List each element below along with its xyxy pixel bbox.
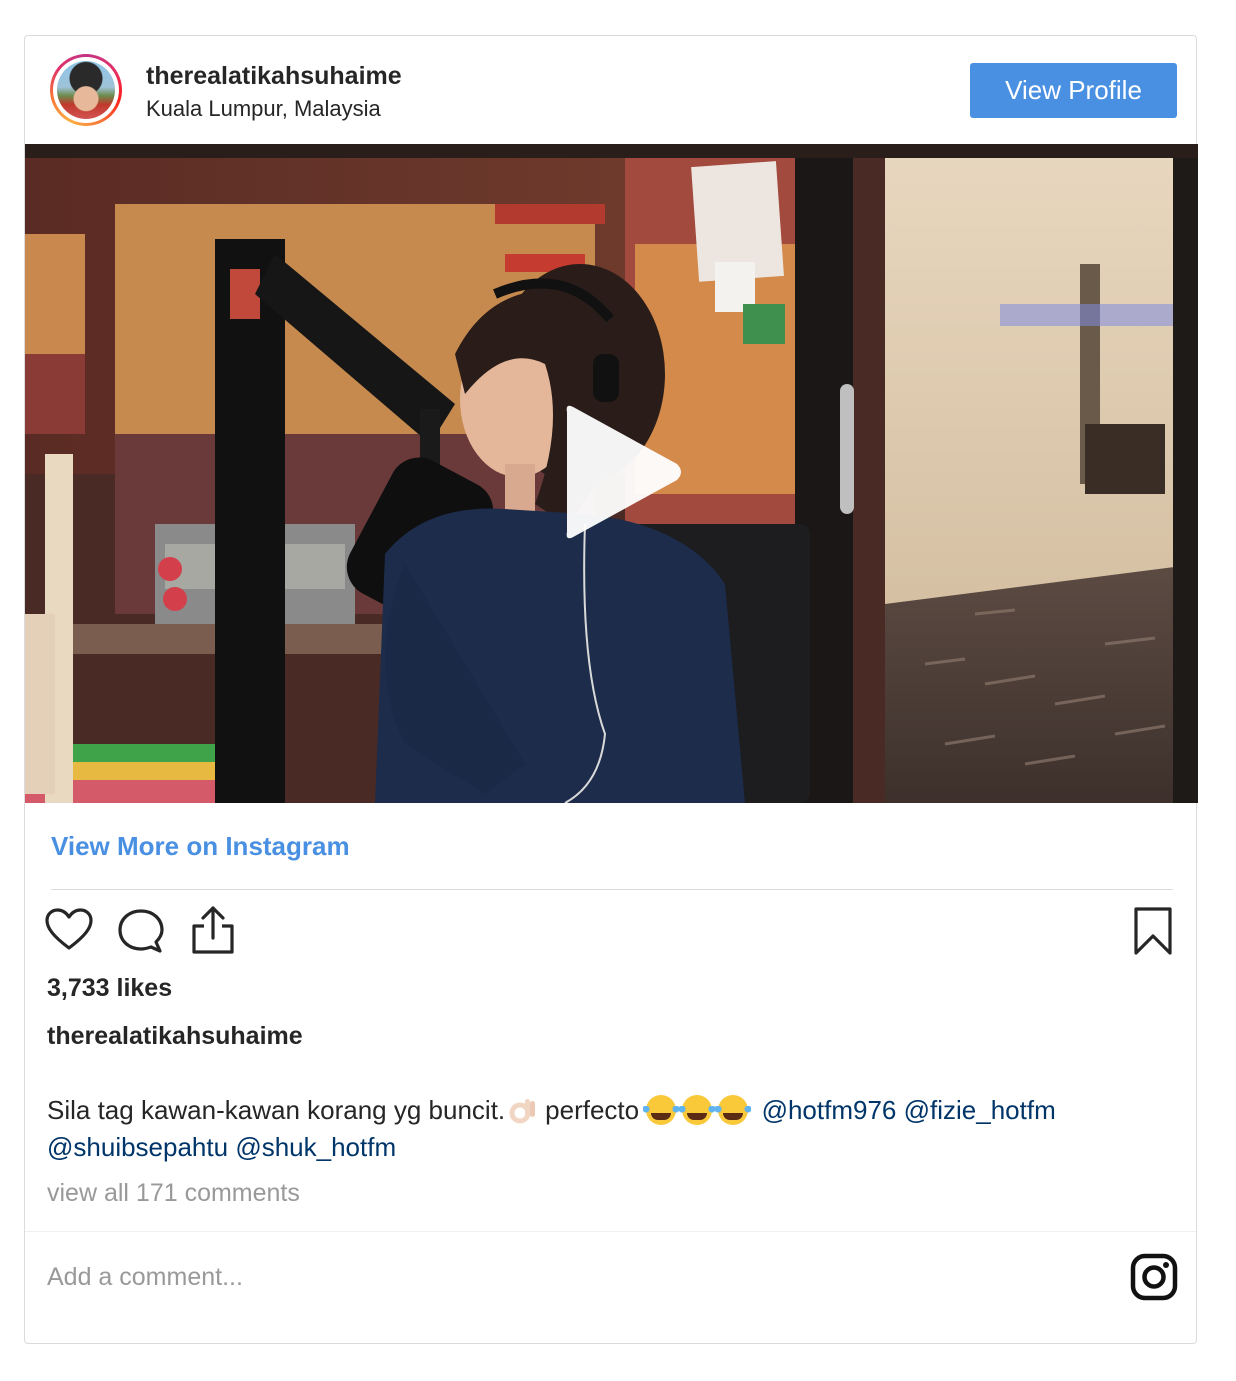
instagram-icon[interactable] (1130, 1253, 1178, 1301)
view-all-comments-link[interactable]: view all 171 comments (47, 1179, 300, 1208)
header-location[interactable]: Kuala Lumpur, Malaysia (146, 96, 381, 122)
caption-username[interactable]: therealatikahsuhaime (47, 1022, 303, 1051)
divider (51, 889, 1173, 890)
bookmark-icon[interactable] (1133, 906, 1173, 956)
play-icon[interactable] (555, 402, 685, 542)
like-count[interactable]: 3,733 likes (47, 974, 172, 1003)
comment-icon[interactable] (118, 908, 164, 954)
laughing-emoji-icon (643, 1095, 680, 1125)
ok-hand-emoji-icon (509, 1099, 536, 1124)
add-comment-input[interactable] (47, 1261, 1047, 1293)
post-caption: Sila tag kawan-kawan korang yg buncit. pe… (47, 1092, 1182, 1166)
caption-text-part2: perfecto (545, 1095, 640, 1125)
mention-link[interactable]: @hotfm976 (762, 1095, 897, 1125)
laughing-emoji-icon (715, 1095, 752, 1125)
avatar[interactable] (50, 54, 122, 126)
mention-link[interactable]: @shuk_hotfm (235, 1132, 396, 1162)
laughing-emoji-icon (679, 1095, 716, 1125)
mention-link[interactable]: @shuibsepahtu (47, 1132, 228, 1162)
header-username[interactable]: therealatikahsuhaime (146, 62, 402, 91)
mention-link[interactable]: @fizie_hotfm (904, 1095, 1056, 1125)
avatar-image (57, 61, 115, 119)
video-thumbnail[interactable] (25, 144, 1198, 803)
post-header: therealatikahsuhaime Kuala Lumpur, Malay… (25, 36, 1196, 144)
instagram-embed-card: therealatikahsuhaime Kuala Lumpur, Malay… (24, 35, 1198, 1344)
share-icon[interactable] (190, 904, 236, 956)
divider (25, 1231, 1196, 1232)
heart-icon[interactable] (45, 908, 93, 952)
view-profile-button[interactable]: View Profile (970, 63, 1177, 118)
view-more-on-instagram-link[interactable]: View More on Instagram (51, 831, 350, 862)
caption-text-part1: Sila tag kawan-kawan korang yg buncit. (47, 1095, 506, 1125)
